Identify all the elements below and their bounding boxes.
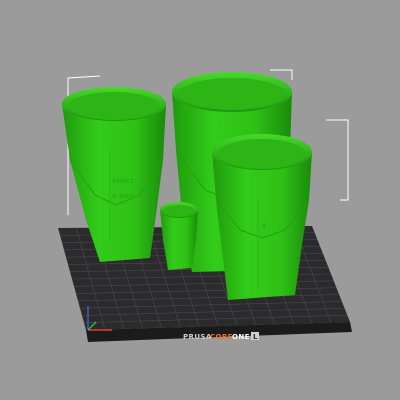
object-cup-right[interactable]: 4 bbox=[212, 134, 312, 300]
cup-right-label: 4 bbox=[262, 223, 266, 230]
plate-brand-text: PRUSA bbox=[183, 333, 212, 341]
3d-viewport[interactable]: PRUSA CORE ONE L SMALL 0.4mm 4 bbox=[0, 0, 400, 400]
plate-model-suffix-text: ONE bbox=[232, 333, 250, 341]
plate-branding: PRUSA CORE ONE L bbox=[183, 332, 259, 341]
plate-badge-text: L bbox=[253, 333, 258, 341]
scene-canvas[interactable]: PRUSA CORE ONE L SMALL 0.4mm 4 bbox=[0, 0, 400, 400]
cup-left-sublabel: 0.4mm bbox=[112, 193, 135, 200]
cup-left-label: SMALL bbox=[112, 178, 135, 185]
plate-model-text: CORE bbox=[210, 333, 233, 341]
